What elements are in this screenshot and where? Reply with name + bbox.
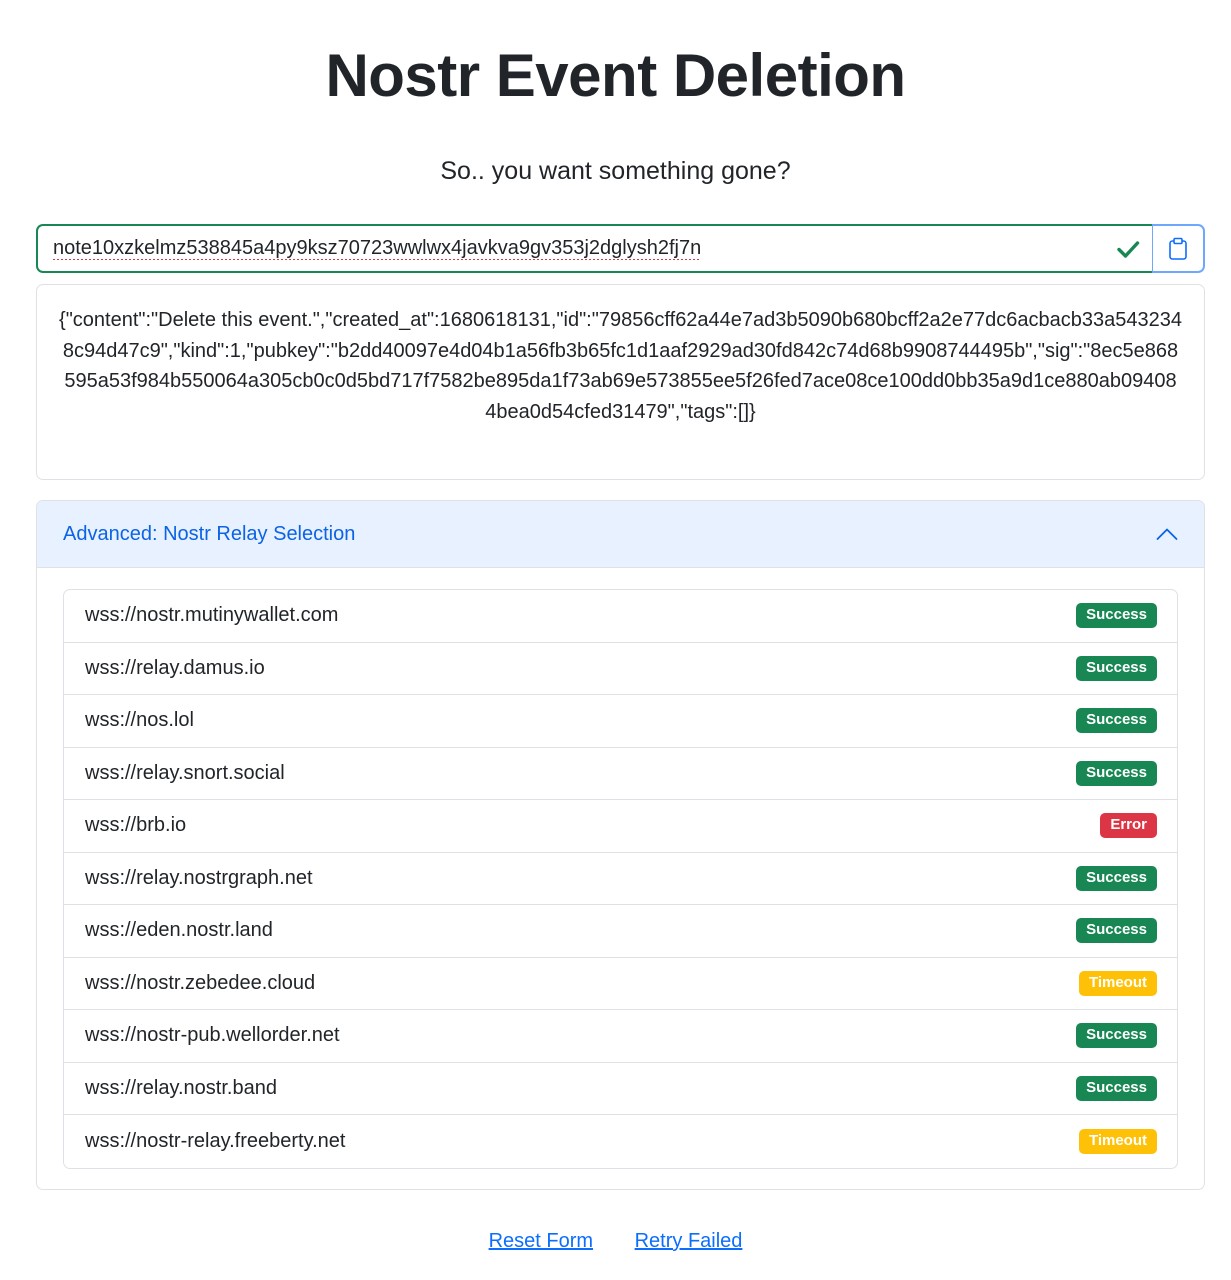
check-icon (1117, 241, 1140, 258)
relay-url: wss://eden.nostr.land (85, 919, 273, 942)
relay-item[interactable]: wss://nostr.zebedee.cloud Timeout (64, 958, 1177, 1010)
clipboard-icon (1169, 237, 1187, 260)
relay-accordion-toggle[interactable]: Advanced: Nostr Relay Selection (37, 501, 1204, 568)
page: Nostr Event Deletion So.. you want somet… (0, 0, 1231, 1280)
relay-url: wss://nostr-relay.freeberty.net (85, 1129, 346, 1152)
relay-url: wss://relay.snort.social (85, 761, 285, 784)
relay-item[interactable]: wss://nos.lol Success (64, 695, 1177, 748)
relay-url: wss://relay.damus.io (85, 656, 265, 679)
status-badge: Success (1076, 918, 1157, 944)
relay-item[interactable]: wss://nostr-pub.wellorder.net Success (64, 1010, 1177, 1063)
paste-button[interactable] (1152, 224, 1205, 273)
status-badge: Success (1076, 655, 1157, 681)
page-subtitle: So.. you want something gone? (440, 157, 791, 185)
page-title: Nostr Event Deletion (325, 42, 906, 109)
relay-item[interactable]: wss://nostr-relay.freeberty.net Timeout (64, 1115, 1177, 1168)
status-badge: Success (1076, 708, 1157, 734)
relay-item[interactable]: wss://relay.nostr.band Success (64, 1063, 1177, 1115)
relay-accordion: Advanced: Nostr Relay Selection wss://no… (36, 500, 1205, 1190)
reset-form-link[interactable]: Reset Form (489, 1230, 593, 1252)
event-input-wrapper (36, 224, 1152, 273)
relay-item[interactable]: wss://relay.nostrgraph.net Success (64, 853, 1177, 905)
relay-url: wss://nos.lol (85, 709, 194, 732)
status-badge: Success (1076, 1075, 1157, 1101)
relay-item[interactable]: wss://nostr.mutinywallet.com Success (64, 590, 1177, 643)
relay-item[interactable]: wss://brb.io Error (64, 800, 1177, 853)
relay-url: wss://brb.io (85, 814, 187, 837)
relay-url: wss://nostr-pub.wellorder.net (85, 1024, 340, 1047)
status-badge: Timeout (1078, 970, 1157, 996)
chevron-up-icon (1156, 528, 1178, 540)
relay-url: wss://relay.nostrgraph.net (85, 866, 313, 889)
footer-actions: Reset Form Retry Failed (0, 1230, 1231, 1253)
relay-url: wss://nostr.zebedee.cloud (85, 971, 316, 994)
status-badge: Success (1076, 603, 1157, 629)
event-input-group (36, 224, 1205, 273)
relay-list: wss://nostr.mutinywallet.com Success wss:/… (63, 589, 1178, 1169)
relay-accordion-title: Advanced: Nostr Relay Selection (63, 522, 356, 545)
relay-item[interactable]: wss://relay.snort.social Success (64, 748, 1177, 800)
relay-item[interactable]: wss://eden.nostr.land Success (64, 905, 1177, 958)
status-badge: Success (1076, 760, 1157, 786)
relay-url: wss://relay.nostr.band (85, 1076, 277, 1099)
status-badge: Success (1076, 1023, 1157, 1049)
status-badge: Timeout (1078, 1128, 1157, 1154)
event-json-card: {"content":"Delete this event.","created… (36, 284, 1205, 480)
relay-url: wss://nostr.mutinywallet.com (85, 604, 339, 627)
status-badge: Error (1100, 813, 1157, 839)
retry-failed-link[interactable]: Retry Failed (635, 1230, 743, 1252)
status-badge: Success (1076, 865, 1157, 891)
relay-item[interactable]: wss://relay.damus.io Success (64, 643, 1177, 695)
event-id-input[interactable] (53, 226, 1102, 271)
